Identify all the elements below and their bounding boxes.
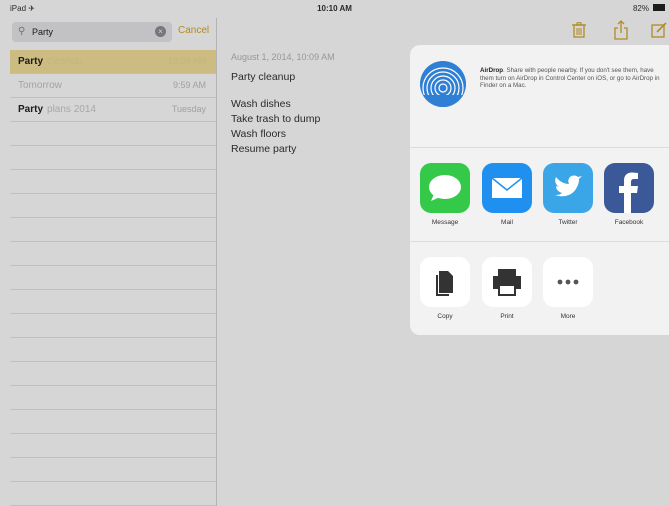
battery-icon <box>653 4 665 11</box>
print-action[interactable]: Print <box>482 257 532 320</box>
trash-icon[interactable] <box>572 22 586 43</box>
search-bar: ⚲ × Cancel <box>10 22 216 44</box>
divider <box>410 241 669 242</box>
search-icon: ⚲ <box>18 26 26 37</box>
search-input[interactable] <box>32 25 152 39</box>
list-item[interactable]: Tomorrow 9:59 AM <box>10 74 216 98</box>
twitter-icon <box>543 163 593 213</box>
empty-row <box>10 194 216 218</box>
print-icon <box>482 257 532 307</box>
empty-row <box>10 314 216 338</box>
search-field[interactable]: ⚲ × <box>12 22 172 42</box>
clear-search-icon[interactable]: × <box>155 26 166 37</box>
note-title: Party plans 2014 <box>18 104 96 115</box>
more-icon <box>543 257 593 307</box>
share-app-facebook[interactable]: Facebook <box>604 163 654 226</box>
empty-row <box>10 362 216 386</box>
note-line: Resume party <box>231 143 297 155</box>
divider <box>410 147 669 148</box>
note-body[interactable]: Party cleanup Wash dishes Take trash to … <box>231 70 320 157</box>
share-icon[interactable] <box>614 20 628 45</box>
empty-row <box>10 338 216 362</box>
airdrop-icon[interactable] <box>420 61 466 107</box>
notes-list: Party cleanup 10:09 AM Tomorrow 9:59 AM P… <box>10 50 216 506</box>
empty-row <box>10 458 216 482</box>
empty-row <box>10 266 216 290</box>
note-line: Wash dishes <box>231 98 291 110</box>
share-app-mail[interactable]: Mail <box>482 163 532 226</box>
clock: 10:10 AM <box>317 4 352 13</box>
share-apps-row: Message Mail Twitter Facebook <box>410 163 669 233</box>
share-app-message[interactable]: Message <box>420 163 470 226</box>
empty-row <box>10 122 216 146</box>
list-item[interactable]: Party plans 2014 Tuesday <box>10 98 216 122</box>
empty-row <box>10 290 216 314</box>
note-title: Tomorrow <box>18 80 62 91</box>
share-actions-row: Copy Print More <box>410 257 669 327</box>
message-icon <box>420 163 470 213</box>
empty-row <box>10 434 216 458</box>
empty-row <box>10 482 216 506</box>
empty-row <box>10 218 216 242</box>
ipad-screen: iPad ✈︎ 10:10 AM 82% ⚲ × Cancel Partycle… <box>0 0 669 506</box>
empty-row <box>10 146 216 170</box>
list-item[interactable]: Party cleanup 10:09 AM <box>10 50 216 74</box>
status-bar: iPad ✈︎ 10:10 AM 82% <box>0 0 669 18</box>
note-time: 9:59 AM <box>172 80 206 90</box>
empty-row <box>10 386 216 410</box>
compose-icon[interactable] <box>651 22 667 43</box>
note-title: Party cleanup <box>18 56 83 67</box>
copy-action[interactable]: Copy <box>420 257 470 320</box>
notes-sidebar: ⚲ × Cancel Partycleanup 10:09 AM Tomorro… <box>10 18 217 506</box>
copy-icon <box>420 257 470 307</box>
empty-row <box>10 170 216 194</box>
mail-icon <box>482 163 532 213</box>
note-line: Wash floors <box>231 128 287 140</box>
empty-row <box>10 410 216 434</box>
share-sheet: AirDrop. Share with people nearby. If yo… <box>410 45 669 335</box>
empty-row <box>10 242 216 266</box>
facebook-icon <box>604 163 654 213</box>
note-date: August 1, 2014, 10:09 AM <box>231 52 335 62</box>
note-time: Tuesday <box>171 104 206 114</box>
note-line: Take trash to dump <box>231 113 321 125</box>
share-app-twitter[interactable]: Twitter <box>543 163 593 226</box>
cancel-button[interactable]: Cancel <box>178 25 209 36</box>
note-time: 10:09 AM <box>167 56 206 66</box>
airdrop-description: AirDrop. Share with people nearby. If yo… <box>480 67 660 89</box>
note-heading: Party cleanup <box>231 71 296 83</box>
more-action[interactable]: More <box>543 257 593 320</box>
battery-percent: 82% <box>632 4 649 13</box>
